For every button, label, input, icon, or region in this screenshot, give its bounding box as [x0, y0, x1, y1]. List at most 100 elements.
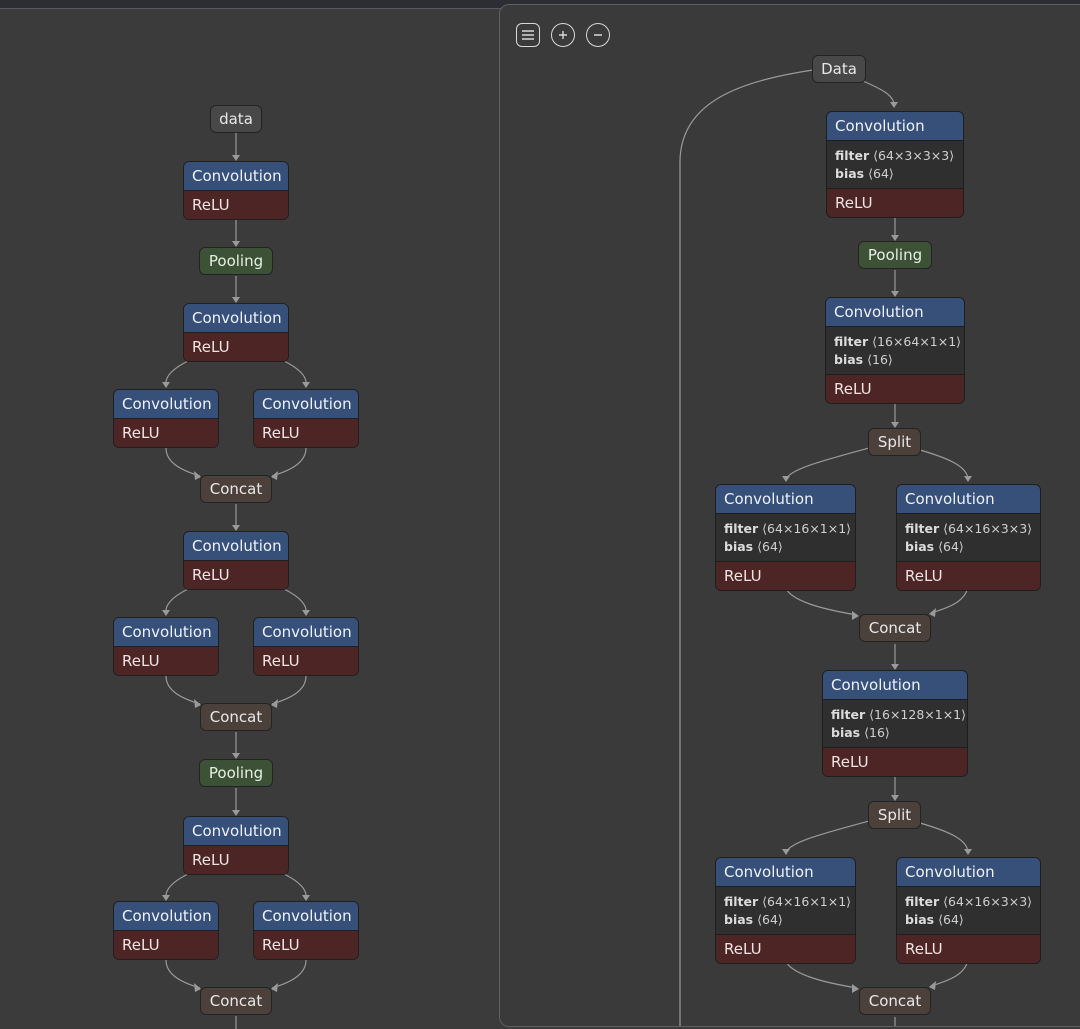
convolution-node[interactable]: Convolution filter ⟨64×3×3×3⟩ bias ⟨64⟩ Re…: [826, 111, 964, 218]
filter-label: filter: [835, 148, 870, 163]
convolution-label: Convolution: [184, 162, 288, 191]
convolution-node[interactable]: Convolution ReLU: [113, 389, 219, 448]
concat-node[interactable]: Concat: [200, 987, 272, 1015]
filter-label: filter: [831, 707, 866, 722]
convolution-label: Convolution: [827, 112, 963, 141]
bias-shape: ⟨64⟩: [868, 166, 894, 181]
convolution-label: Convolution: [897, 485, 1040, 514]
filter-row: filter ⟨64×16×3×3⟩: [905, 893, 1032, 911]
node-label: Pooling: [867, 246, 923, 264]
bias-label: bias: [835, 166, 865, 181]
pooling-node[interactable]: Pooling: [858, 241, 932, 269]
filter-label: filter: [834, 334, 869, 349]
data-input-node[interactable]: data: [210, 105, 262, 133]
convolution-node[interactable]: Convolution filter ⟨64×16×3×3⟩ bias ⟨64⟩ R…: [896, 857, 1041, 964]
convolution-label: Convolution: [716, 485, 855, 514]
node-label: Concat: [209, 992, 263, 1010]
convolution-label: Convolution: [184, 532, 288, 561]
relu-label: ReLU: [897, 561, 1040, 590]
bias-shape: ⟨64⟩: [938, 912, 964, 927]
bias-label: bias: [831, 725, 861, 740]
zoom-out-button[interactable]: [586, 23, 610, 47]
filter-shape: ⟨64×3×3×3⟩: [873, 148, 955, 163]
convolution-node[interactable]: Convolution ReLU: [253, 901, 359, 960]
convolution-label: Convolution: [716, 858, 855, 887]
pooling-node[interactable]: Pooling: [199, 759, 273, 787]
convolution-label: Convolution: [184, 817, 288, 846]
relu-label: ReLU: [184, 846, 288, 874]
weights-panel: filter ⟨64×16×3×3⟩ bias ⟨64⟩: [897, 887, 1040, 934]
concat-node[interactable]: Concat: [200, 475, 272, 503]
split-node[interactable]: Split: [868, 428, 921, 456]
convolution-label: Convolution: [114, 390, 218, 419]
relu-label: ReLU: [254, 647, 358, 675]
filter-shape: ⟨64×16×3×3⟩: [943, 521, 1033, 536]
convolution-node[interactable]: Convolution ReLU: [183, 816, 289, 875]
convolution-node[interactable]: Convolution filter ⟨64×16×1×1⟩ bias ⟨64⟩ R…: [715, 857, 856, 964]
convolution-node[interactable]: Convolution ReLU: [253, 389, 359, 448]
menu-button[interactable]: [516, 23, 540, 47]
bias-row: bias ⟨64⟩: [835, 165, 955, 183]
filter-label: filter: [724, 894, 759, 909]
convolution-label: Convolution: [254, 618, 358, 647]
weights-panel: filter ⟨64×16×1×1⟩ bias ⟨64⟩: [716, 514, 855, 561]
zoom-in-button[interactable]: [551, 23, 575, 47]
relu-label: ReLU: [184, 561, 288, 589]
concat-node[interactable]: Concat: [859, 614, 931, 642]
relu-label: ReLU: [716, 934, 855, 963]
convolution-label: Convolution: [114, 618, 218, 647]
convolution-node[interactable]: Convolution ReLU: [183, 531, 289, 590]
filter-row: filter ⟨16×64×1×1⟩: [834, 333, 961, 351]
relu-label: ReLU: [826, 374, 964, 403]
split-node[interactable]: Split: [868, 801, 921, 829]
convolution-node[interactable]: Convolution filter ⟨64×16×1×1⟩ bias ⟨64⟩ R…: [715, 484, 856, 591]
bias-row: bias ⟨16⟩: [831, 724, 959, 742]
zoom-in-icon: [559, 31, 567, 39]
weights-panel: filter ⟨16×128×1×1⟩ bias ⟨16⟩: [823, 700, 967, 747]
convolution-node[interactable]: Convolution ReLU: [113, 901, 219, 960]
bias-row: bias ⟨16⟩: [834, 351, 956, 369]
relu-label: ReLU: [114, 931, 218, 959]
convolution-label: Convolution: [114, 902, 218, 931]
concat-node[interactable]: Concat: [859, 987, 931, 1015]
concat-node[interactable]: Concat: [200, 703, 272, 731]
filter-shape: ⟨16×128×1×1⟩: [869, 707, 967, 722]
node-label: data: [219, 110, 253, 128]
filter-row: filter ⟨64×16×3×3⟩: [905, 520, 1032, 538]
relu-label: ReLU: [184, 333, 288, 361]
bias-shape: ⟨64⟩: [938, 539, 964, 554]
relu-label: ReLU: [254, 931, 358, 959]
convolution-node[interactable]: Convolution ReLU: [183, 303, 289, 362]
filter-label: filter: [905, 894, 940, 909]
node-label: Concat: [209, 708, 263, 726]
filter-row: filter ⟨64×3×3×3⟩: [835, 147, 955, 165]
bias-shape: ⟨64⟩: [757, 539, 783, 554]
bias-label: bias: [834, 352, 864, 367]
node-label: Split: [877, 433, 912, 451]
filter-row: filter ⟨16×128×1×1⟩: [831, 706, 966, 724]
convolution-node[interactable]: Convolution ReLU: [183, 161, 289, 220]
node-label: Data: [821, 60, 857, 78]
bias-shape: ⟨16⟩: [864, 725, 890, 740]
node-label: Pooling: [208, 252, 264, 270]
convolution-node[interactable]: Convolution ReLU: [113, 617, 219, 676]
bias-shape: ⟨16⟩: [867, 352, 893, 367]
data-input-node[interactable]: Data: [812, 55, 866, 83]
zoom-out-icon: [594, 34, 602, 36]
convolution-label: Convolution: [897, 858, 1040, 887]
filter-row: filter ⟨64×16×1×1⟩: [724, 893, 851, 911]
convolution-node[interactable]: Convolution ReLU: [253, 617, 359, 676]
convolution-node[interactable]: Convolution filter ⟨16×64×1×1⟩ bias ⟨16⟩ R…: [825, 297, 965, 404]
pooling-node[interactable]: Pooling: [199, 247, 273, 275]
weights-panel: filter ⟨64×16×3×3⟩ bias ⟨64⟩: [897, 514, 1040, 561]
node-label: Concat: [209, 480, 263, 498]
relu-label: ReLU: [823, 747, 967, 776]
relu-label: ReLU: [716, 561, 855, 590]
convolution-node[interactable]: Convolution filter ⟨16×128×1×1⟩ bias ⟨16⟩ …: [822, 670, 968, 777]
weights-panel: filter ⟨16×64×1×1⟩ bias ⟨16⟩: [826, 327, 964, 374]
filter-shape: ⟨16×64×1×1⟩: [872, 334, 962, 349]
convolution-node[interactable]: Convolution filter ⟨64×16×3×3⟩ bias ⟨64⟩ R…: [896, 484, 1041, 591]
relu-label: ReLU: [254, 419, 358, 447]
node-label: Pooling: [208, 764, 264, 782]
filter-row: filter ⟨64×16×1×1⟩: [724, 520, 851, 538]
